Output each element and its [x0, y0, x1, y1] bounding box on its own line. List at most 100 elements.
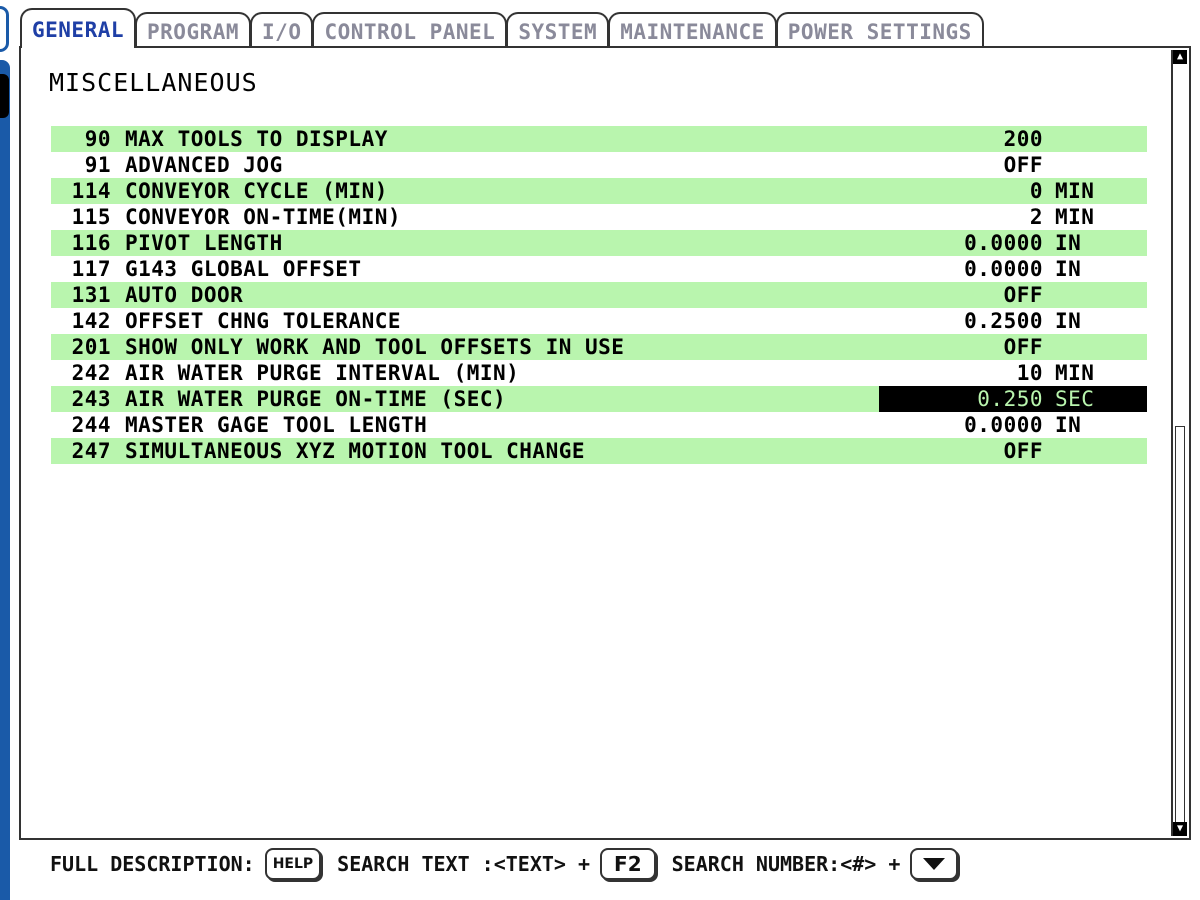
- setting-value-number: 0.0000: [964, 413, 1043, 437]
- setting-value-number: 0.2500: [964, 309, 1043, 333]
- setting-number: 201: [71, 335, 111, 359]
- setting-number: 114: [71, 179, 111, 203]
- setting-description: PIVOT LENGTH: [125, 231, 283, 255]
- setting-description: CONVEYOR ON-TIME(MIN): [125, 205, 402, 229]
- setting-value[interactable]: 0.2500 IN: [879, 308, 1147, 334]
- tab-system[interactable]: SYSTEM: [506, 12, 610, 48]
- setting-row[interactable]: 115 CONVEYOR ON-TIME(MIN) 2 MIN: [51, 204, 1147, 230]
- down-arrow-key-button[interactable]: [910, 848, 959, 880]
- setting-number: 116: [71, 231, 111, 255]
- tab-power-settings[interactable]: POWER SETTINGS: [775, 12, 984, 48]
- scroll-up-icon[interactable]: ▲: [1173, 50, 1187, 64]
- setting-value[interactable]: 0 MIN: [879, 178, 1147, 204]
- setting-value-number: OFF: [1003, 439, 1043, 463]
- setting-description: MASTER GAGE TOOL LENGTH: [125, 413, 428, 437]
- vertical-scrollbar[interactable]: ▲ ▼: [1171, 50, 1187, 836]
- setting-description: ADVANCED JOG: [125, 153, 283, 177]
- setting-value[interactable]: 0.0000 IN: [879, 412, 1147, 438]
- setting-description: OFFSET CHNG TOLERANCE: [125, 309, 402, 333]
- footer-hints: FULL DESCRIPTION: HELP SEARCH TEXT :<TEX…: [50, 844, 974, 884]
- setting-row[interactable]: 114 CONVEYOR CYCLE (MIN) 0 MIN: [51, 178, 1147, 204]
- setting-number: 242: [71, 361, 111, 385]
- setting-number: 131: [71, 283, 111, 307]
- setting-number: 115: [71, 205, 111, 229]
- setting-value[interactable]: 0.0000 IN: [879, 256, 1147, 282]
- setting-value-number: 0.0000: [964, 231, 1043, 255]
- section-title: MISCELLANEOUS: [49, 68, 258, 97]
- setting-value-number: 200: [1003, 127, 1043, 151]
- tab-control-panel[interactable]: CONTROL PANEL: [312, 12, 508, 48]
- setting-value[interactable]: 200: [879, 126, 1147, 152]
- setting-row[interactable]: 244 MASTER GAGE TOOL LENGTH 0.0000 IN: [51, 412, 1147, 438]
- setting-row[interactable]: 201 SHOW ONLY WORK AND TOOL OFFSETS IN US…: [51, 334, 1147, 360]
- setting-description: AIR WATER PURGE INTERVAL (MIN): [125, 361, 520, 385]
- setting-number: 91: [84, 153, 111, 177]
- setting-number: 142: [71, 309, 111, 333]
- setting-value-unit: IN: [1055, 257, 1082, 281]
- setting-row[interactable]: 91 ADVANCED JOG OFF: [51, 152, 1147, 178]
- tab-maintenance[interactable]: MAINTENANCE: [608, 12, 777, 48]
- tab-general[interactable]: GENERAL: [20, 8, 137, 48]
- setting-value[interactable]: 10 MIN: [879, 360, 1147, 386]
- setting-row[interactable]: 242 AIR WATER PURGE INTERVAL (MIN) 10 MIN: [51, 360, 1147, 386]
- setting-value[interactable]: OFF: [879, 334, 1147, 360]
- setting-value-selected[interactable]: 0.250 SEC: [879, 386, 1147, 412]
- setting-number: 243: [71, 387, 111, 411]
- tab-program[interactable]: PROGRAM: [135, 12, 252, 48]
- down-arrow-icon: [923, 858, 946, 870]
- setting-row[interactable]: 117 G143 GLOBAL OFFSET 0.0000 IN: [51, 256, 1147, 282]
- left-edge-cap: [0, 6, 9, 52]
- setting-row[interactable]: 131 AUTO DOOR OFF: [51, 282, 1147, 308]
- setting-description: CONVEYOR CYCLE (MIN): [125, 179, 388, 203]
- settings-panel: MISCELLANEOUS 90 MAX TOOLS TO DISPLAY 200 9…: [19, 46, 1191, 840]
- setting-value-number: 0: [1029, 179, 1043, 203]
- f2-key-button[interactable]: F2: [600, 848, 656, 880]
- setting-description: SHOW ONLY WORK AND TOOL OFFSETS IN USE: [125, 335, 625, 359]
- setting-value-unit: SEC: [1055, 387, 1095, 411]
- setting-number: 90: [84, 127, 111, 151]
- setting-value-unit: MIN: [1055, 205, 1095, 229]
- tab-io[interactable]: I/O: [250, 12, 314, 48]
- setting-value[interactable]: OFF: [879, 282, 1147, 308]
- setting-value-unit: IN: [1055, 231, 1082, 255]
- search-number-label: SEARCH NUMBER:<#> +: [671, 852, 901, 876]
- tab-bar: GENERAL PROGRAM I/O CONTROL PANEL SYSTEM…: [20, 8, 984, 48]
- setting-value-number: OFF: [1003, 335, 1043, 359]
- setting-value-unit: MIN: [1055, 361, 1095, 385]
- help-key-button[interactable]: HELP: [264, 848, 322, 880]
- setting-description: SIMULTANEOUS XYZ MOTION TOOL CHANGE: [125, 439, 586, 463]
- setting-value[interactable]: 0.0000 IN: [879, 230, 1147, 256]
- setting-description: AIR WATER PURGE ON-TIME (SEC): [125, 387, 507, 411]
- setting-description: G143 GLOBAL OFFSET: [125, 257, 362, 281]
- setting-row[interactable]: 142 OFFSET CHNG TOLERANCE 0.2500 IN: [51, 308, 1147, 334]
- setting-value[interactable]: 2 MIN: [879, 204, 1147, 230]
- left-edge-knob: [0, 74, 9, 118]
- setting-value-unit: IN: [1055, 309, 1082, 333]
- settings-list: 90 MAX TOOLS TO DISPLAY 200 91 ADVANCED JOG O…: [51, 126, 1147, 464]
- scroll-track[interactable]: [1173, 66, 1187, 828]
- scroll-thumb[interactable]: [1175, 426, 1185, 828]
- search-text-label: SEARCH TEXT :<TEXT> +: [337, 852, 591, 876]
- setting-row[interactable]: 116 PIVOT LENGTH 0.0000 IN: [51, 230, 1147, 256]
- setting-number: 247: [71, 439, 111, 463]
- setting-value-number: 10: [1016, 361, 1043, 385]
- setting-value-number: OFF: [1003, 283, 1043, 307]
- setting-value[interactable]: OFF: [879, 438, 1147, 464]
- setting-value-number: OFF: [1003, 153, 1043, 177]
- scroll-down-icon[interactable]: ▼: [1173, 822, 1187, 836]
- setting-description: AUTO DOOR: [125, 283, 244, 307]
- setting-row[interactable]: 247 SIMULTANEOUS XYZ MOTION TOOL CHANGE OF…: [51, 438, 1147, 464]
- setting-number: 117: [71, 257, 111, 281]
- setting-value-unit: IN: [1055, 413, 1082, 437]
- setting-value[interactable]: OFF: [879, 152, 1147, 178]
- setting-row[interactable]: 243 AIR WATER PURGE ON-TIME (SEC) 0.250 SEC: [51, 386, 1147, 412]
- full-description-label: FULL DESCRIPTION:: [50, 852, 255, 876]
- setting-number: 244: [71, 413, 111, 437]
- setting-value-number: 0.250: [977, 387, 1043, 411]
- setting-description: MAX TOOLS TO DISPLAY: [125, 127, 388, 151]
- setting-value-number: 2: [1029, 205, 1043, 229]
- setting-row[interactable]: 90 MAX TOOLS TO DISPLAY 200: [51, 126, 1147, 152]
- left-edge-strip: [0, 60, 10, 900]
- setting-value-unit: MIN: [1055, 179, 1095, 203]
- setting-value-number: 0.0000: [964, 257, 1043, 281]
